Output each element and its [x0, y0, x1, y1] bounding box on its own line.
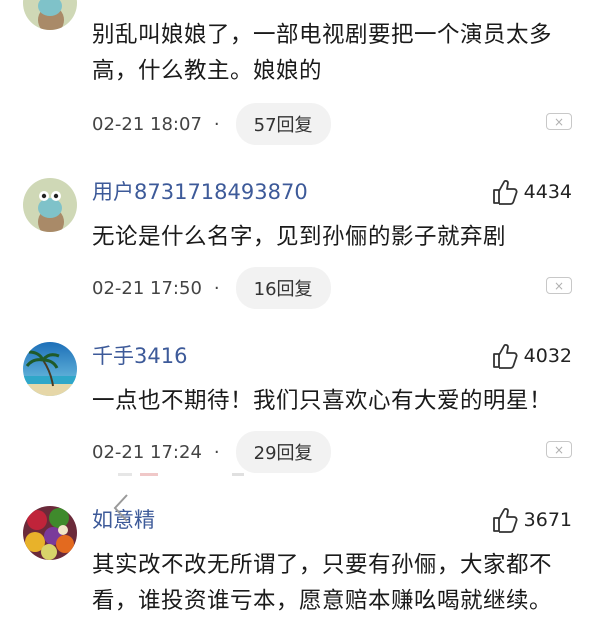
like-button[interactable]: 4032 — [492, 342, 572, 369]
like-button[interactable]: 4434 — [492, 178, 572, 205]
comment-time: 02-21 17:50 — [92, 277, 202, 299]
like-button[interactable]: 3671 — [492, 506, 572, 533]
comment-meta: 02-21 17:50 · 16回复 — [92, 267, 331, 309]
like-count: 4032 — [523, 344, 572, 367]
thumbs-up-icon — [492, 342, 518, 369]
reply-count-button[interactable]: 16回复 — [235, 267, 331, 309]
dismiss-button[interactable]: × — [546, 113, 572, 130]
divider-fragment — [118, 473, 132, 476]
meta-separator: · — [213, 113, 220, 135]
thumbs-up-icon — [492, 506, 518, 533]
comment-time: 02-21 17:24 — [92, 441, 202, 463]
divider-fragment — [232, 473, 244, 476]
comment-text: 其实改不改无所谓了，只要有孙俪，大家都不看，谁投资谁亏本，愿意赔本赚吆喝就继续。 — [92, 552, 553, 614]
dismiss-button[interactable]: × — [546, 441, 572, 458]
comment-time: 02-21 18:07 — [92, 113, 202, 135]
avatar[interactable] — [23, 178, 77, 232]
close-icon: × — [553, 278, 565, 293]
username[interactable]: 用户8731718493870 — [92, 182, 308, 203]
close-icon: × — [553, 114, 565, 129]
meta-separator: · — [213, 441, 220, 463]
comment-meta: 02-21 18:07 · 57回复 — [92, 103, 331, 145]
reply-count-button[interactable]: 57回复 — [235, 103, 331, 145]
comment-text: 一点也不期待！我们只喜欢心有大爱的明星！ — [92, 388, 553, 414]
like-count: 4434 — [523, 180, 572, 203]
thumbs-up-icon — [492, 178, 518, 205]
meta-separator: · — [213, 277, 220, 299]
comment-text: 无论是什么名字，见到孙俪的影子就弃剧 — [92, 224, 507, 250]
comment-meta: 02-21 17:24 · 29回复 — [92, 431, 331, 473]
avatar[interactable] — [23, 0, 77, 30]
dismiss-button[interactable]: × — [546, 277, 572, 294]
username[interactable]: 千手3416 — [92, 346, 187, 367]
back-chevron-icon[interactable] — [112, 493, 130, 527]
comment-text: 别乱叫娘娘了，一部电视剧要把一个演员太多高，什么教主。娘娘的 — [92, 22, 553, 84]
avatar[interactable] — [23, 506, 77, 560]
close-icon: × — [553, 442, 565, 457]
like-count: 3671 — [523, 508, 572, 531]
divider-fragment — [140, 473, 158, 476]
reply-count-button[interactable]: 29回复 — [235, 431, 331, 473]
avatar[interactable] — [23, 342, 77, 396]
